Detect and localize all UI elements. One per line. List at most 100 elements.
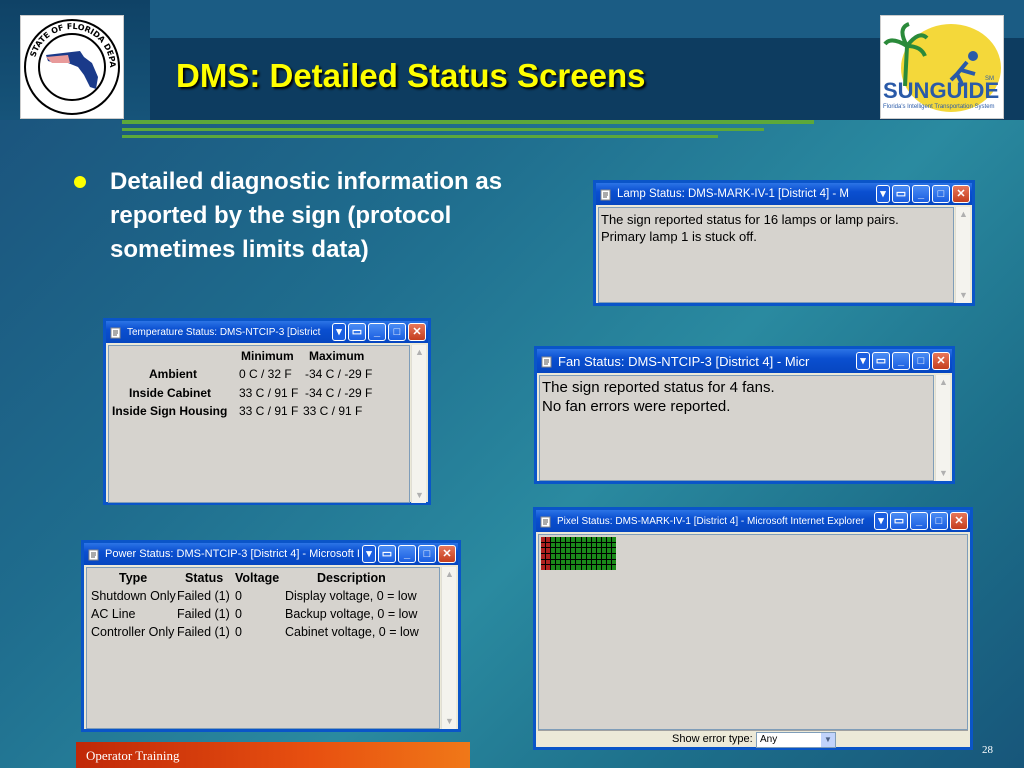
- temp-col-min: Minimum: [241, 349, 294, 363]
- power-row-voltage: 0: [235, 589, 242, 603]
- power-row-status: Failed (1): [177, 625, 230, 639]
- fan-status-title: Fan Status: DMS-NTCIP-3 [District 4] - M…: [558, 353, 810, 369]
- pixel-matrix: [541, 537, 616, 570]
- power-status-window: Power Status: DMS-NTCIP-3 [District 4] -…: [81, 540, 461, 732]
- minimize-icon[interactable]: _: [398, 545, 416, 563]
- lamp-status-window: Lamp Status: DMS-MARK-IV-1 [District 4] …: [593, 180, 975, 306]
- minimize-icon[interactable]: _: [912, 185, 930, 203]
- temp-row-max: -34 C / -29 F: [305, 367, 373, 381]
- minimize-icon[interactable]: _: [368, 323, 386, 341]
- power-row-status: Failed (1): [177, 589, 230, 603]
- temp-row-label: Inside Cabinet: [129, 386, 212, 400]
- ie-icon: [110, 327, 121, 338]
- lamp-status-content: The sign reported status for 16 lamps or…: [598, 207, 954, 303]
- power-row-voltage: 0: [235, 625, 242, 639]
- power-row-status: Failed (1): [177, 607, 230, 621]
- dropdown-icon[interactable]: ▾: [856, 352, 870, 370]
- bullet-dot: [74, 176, 86, 188]
- slide-title: DMS: Detailed Status Screens: [176, 57, 646, 94]
- restore-icon[interactable]: ▭: [890, 512, 908, 530]
- title-rule-3: [122, 135, 718, 138]
- power-status-content: Type Status Voltage Description Shutdown…: [86, 567, 440, 729]
- pixel-status-content: [538, 534, 968, 730]
- pixel-status-footer: Show error type: Any ▼: [538, 730, 968, 748]
- temp-col-max: Maximum: [309, 349, 365, 363]
- minimize-icon[interactable]: _: [910, 512, 928, 530]
- lamp-status-title: Lamp Status: DMS-MARK-IV-1 [District 4] …: [617, 188, 849, 200]
- close-icon[interactable]: ✕: [438, 545, 456, 563]
- temp-row-max: 33 C / 91 F: [303, 404, 363, 418]
- sunguide-logo-sm: SM: [985, 76, 994, 82]
- title-rule: [122, 120, 814, 124]
- page-number: 28: [982, 744, 993, 756]
- footer-label: Operator Training: [76, 742, 470, 768]
- temp-row-label: Inside Sign Housing: [112, 404, 228, 418]
- power-col-status: Status: [185, 571, 224, 585]
- close-icon[interactable]: ✕: [952, 185, 970, 203]
- power-col-description: Description: [317, 571, 386, 585]
- ie-icon: [541, 356, 552, 367]
- fan-status-window: Fan Status: DMS-NTCIP-3 [District 4] - M…: [534, 346, 955, 484]
- lamp-status-titlebar[interactable]: Lamp Status: DMS-MARK-IV-1 [District 4] …: [596, 183, 972, 205]
- maximize-icon[interactable]: □: [932, 185, 950, 203]
- fdot-logo: STATE OF FLORIDA DEPARTMENT OF TRANSPORT…: [20, 15, 124, 119]
- error-type-value: Any: [760, 734, 778, 745]
- temp-row-min: 0 C / 32 F: [239, 367, 292, 381]
- chevron-down-icon[interactable]: ▼: [821, 733, 835, 747]
- temp-row-min: 33 C / 91 F: [239, 404, 299, 418]
- sunguide-logo: SUNGUIDE SM Florida's Intelligent Transp…: [880, 15, 1004, 119]
- dropdown-icon[interactable]: ▾: [874, 512, 888, 530]
- maximize-icon[interactable]: □: [930, 512, 948, 530]
- power-row-type: Shutdown Only: [91, 589, 176, 603]
- power-status-scrollbar[interactable]: ▲ ▼: [441, 567, 456, 729]
- restore-icon[interactable]: ▭: [872, 352, 890, 370]
- sunguide-logo-subtitle: Florida's Intelligent Transportation Sys…: [883, 104, 995, 110]
- power-status-titlebar[interactable]: Power Status: DMS-NTCIP-3 [District 4] -…: [84, 543, 458, 565]
- ie-icon: [540, 516, 551, 527]
- temperature-status-content: Minimum Maximum Ambient 0 C / 32 F -34 C…: [108, 345, 410, 503]
- pixel-status-titlebar[interactable]: Pixel Status: DMS-MARK-IV-1 [District 4]…: [536, 510, 970, 532]
- close-icon[interactable]: ✕: [950, 512, 968, 530]
- power-status-title: Power Status: DMS-NTCIP-3 [District 4] -…: [105, 548, 360, 560]
- dropdown-icon[interactable]: ▾: [332, 323, 346, 341]
- pixel-status-window: Pixel Status: DMS-MARK-IV-1 [District 4]…: [533, 507, 973, 750]
- temp-row-min: 33 C / 91 F: [239, 386, 299, 400]
- power-row-description: Display voltage, 0 = low: [285, 589, 417, 603]
- maximize-icon[interactable]: □: [912, 352, 930, 370]
- ie-icon: [88, 549, 99, 560]
- close-icon[interactable]: ✕: [408, 323, 426, 341]
- maximize-icon[interactable]: □: [418, 545, 436, 563]
- restore-icon[interactable]: ▭: [892, 185, 910, 203]
- power-row-description: Backup voltage, 0 = low: [285, 607, 418, 621]
- ie-icon: [600, 189, 611, 200]
- restore-icon[interactable]: ▭: [378, 545, 396, 563]
- power-row-type: AC Line: [91, 607, 136, 621]
- minimize-icon[interactable]: _: [892, 352, 910, 370]
- temperature-status-scrollbar[interactable]: ▲ ▼: [411, 345, 426, 503]
- power-col-voltage: Voltage: [235, 571, 280, 585]
- power-row-voltage: 0: [235, 607, 242, 621]
- temp-row-max: -34 C / -29 F: [305, 386, 373, 400]
- fan-status-content: The sign reported status for 4 fans. No …: [539, 375, 934, 481]
- fan-status-line2: No fan errors were reported.: [542, 398, 731, 415]
- lamp-status-scrollbar[interactable]: ▲ ▼: [955, 207, 970, 303]
- lamp-status-line2: Primary lamp 1 is stuck off.: [601, 229, 757, 244]
- maximize-icon[interactable]: □: [388, 323, 406, 341]
- temperature-status-title: Temperature Status: DMS-NTCIP-3 [Distric…: [127, 326, 321, 338]
- restore-icon[interactable]: ▭: [348, 323, 366, 341]
- close-icon[interactable]: ✕: [932, 352, 950, 370]
- power-col-type: Type: [119, 571, 148, 585]
- fan-status-titlebar[interactable]: Fan Status: DMS-NTCIP-3 [District 4] - M…: [537, 349, 952, 373]
- dropdown-icon[interactable]: ▾: [362, 545, 376, 563]
- pixel-status-title: Pixel Status: DMS-MARK-IV-1 [District 4]…: [557, 515, 865, 527]
- temp-row-label: Ambient: [149, 367, 197, 381]
- error-type-label: Show error type:: [672, 733, 753, 745]
- temperature-status-window: Temperature Status: DMS-NTCIP-3 [Distric…: [103, 318, 431, 505]
- power-row-type: Controller Only: [91, 625, 175, 639]
- fan-status-line1: The sign reported status for 4 fans.: [542, 379, 775, 396]
- temperature-status-titlebar[interactable]: Temperature Status: DMS-NTCIP-3 [Distric…: [106, 321, 428, 343]
- fan-status-scrollbar[interactable]: ▲ ▼: [935, 375, 950, 481]
- error-type-select[interactable]: Any ▼: [756, 732, 836, 748]
- dropdown-icon[interactable]: ▾: [876, 185, 890, 203]
- power-row-description: Cabinet voltage, 0 = low: [285, 625, 419, 639]
